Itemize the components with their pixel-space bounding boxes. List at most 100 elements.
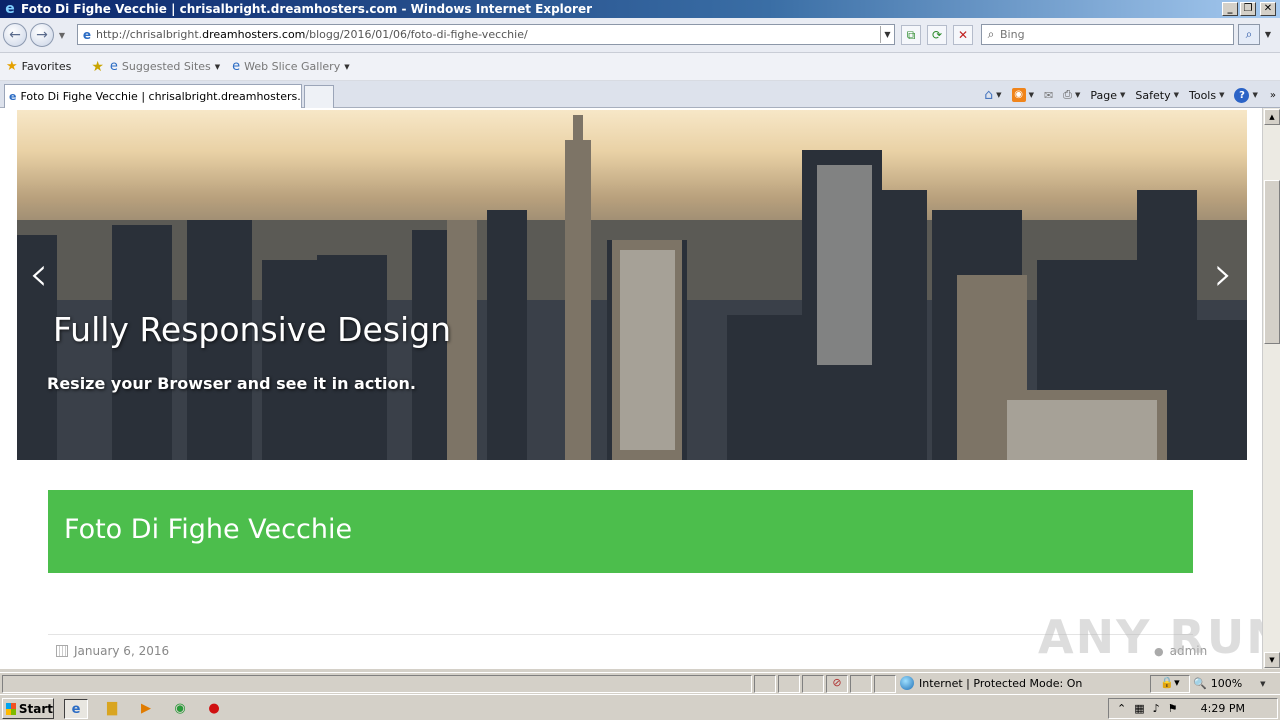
add-to-favorites-icon[interactable]: ★: [91, 59, 104, 75]
stop-icon[interactable]: ✕: [953, 25, 973, 45]
zoom-control[interactable]: 🔍 100% ▼: [1193, 677, 1266, 690]
close-button[interactable]: ✕: [1260, 2, 1276, 16]
web-page-viewport: ‹ › Fully Responsive Design Resize your …: [0, 108, 1262, 669]
suggested-sites-label: Suggested Sites: [121, 60, 211, 73]
post-title-banner: Foto Di Fighe Vecchie: [48, 490, 1193, 573]
tab-label: Foto Di Fighe Vecchie | chrisalbright.dr…: [20, 90, 302, 103]
minimize-button[interactable]: _: [1222, 2, 1238, 16]
post-meta-divider: [48, 634, 1193, 635]
status-cell: [874, 675, 896, 693]
restore-button[interactable]: ❐: [1240, 2, 1256, 16]
zoom-icon: 🔍: [1193, 677, 1207, 690]
security-zone[interactable]: Internet | Protected Mode: On: [900, 676, 1082, 690]
media-player-icon[interactable]: ▶: [134, 699, 158, 719]
windows-taskbar: Start e ▇ ▶ ◉ ● ⌃ ▦ ♪ ⚑ 4:29 PM: [0, 694, 1280, 720]
search-box[interactable]: ⌕: [981, 24, 1234, 45]
protected-mode-icon[interactable]: 🔒▾: [1150, 675, 1190, 693]
search-icon[interactable]: ⌕: [1238, 24, 1260, 45]
search-input[interactable]: [1000, 28, 1233, 41]
chrome-icon[interactable]: ◉: [168, 699, 192, 719]
web-slice-gallery-link[interactable]: e Web Slice Gallery ▼: [232, 59, 349, 74]
internet-globe-icon: [900, 676, 914, 690]
new-tab-button[interactable]: [304, 85, 334, 108]
help-icon: ?: [1234, 87, 1250, 103]
status-cell: [778, 675, 800, 693]
favorites-star-icon: ★: [6, 59, 18, 74]
zoom-level: 100%: [1210, 677, 1243, 690]
address-url[interactable]: http://chrisalbright.dreamhosters.com/bl…: [96, 28, 880, 41]
tools-menu[interactable]: Tools ▼: [1189, 89, 1225, 102]
navigation-bar: ← → ▼ e http://chrisalbright.dreamhoster…: [0, 18, 1280, 53]
security-zone-text: Internet | Protected Mode: On: [919, 676, 1083, 690]
scroll-up-icon[interactable]: ▲: [1264, 109, 1280, 125]
start-label: Start: [18, 701, 53, 716]
scroll-down-icon[interactable]: ▼: [1264, 652, 1280, 668]
internet-explorer-taskbar-icon[interactable]: e: [64, 699, 88, 719]
opera-icon[interactable]: ●: [202, 699, 226, 719]
file-explorer-icon[interactable]: ▇: [100, 699, 124, 719]
popup-blocker-icon[interactable]: ⊘: [826, 675, 848, 693]
page-icon: e: [82, 27, 92, 42]
slider-next-arrow-icon[interactable]: ›: [1214, 250, 1233, 298]
status-bar: ⊘ Internet | Protected Mode: On 🔒▾ 🔍 100…: [0, 672, 1280, 694]
search-options-dropdown-icon[interactable]: ▼: [1262, 24, 1274, 45]
scrollbar-thumb[interactable]: [1264, 180, 1280, 344]
bing-search-icon: ⌕: [987, 27, 995, 41]
command-bar: ⌂ ▼ ◉ ▼ ✉ ⎙ ▼ Page ▼ Safety ▼ Tools ▼ ? ▼ »: [984, 84, 1280, 106]
windows-logo-icon: [6, 702, 16, 715]
help-menu[interactable]: ? ▼: [1234, 87, 1258, 103]
status-cell: [850, 675, 872, 693]
post-title: Foto Di Fighe Vecchie: [64, 514, 353, 545]
system-tray: ⌃ ▦ ♪ ⚑ 4:29 PM: [1108, 698, 1278, 719]
refresh-icon[interactable]: ⟳: [927, 25, 947, 45]
window-title-bar: e Foto Di Fighe Vecchie | chrisalbright.…: [0, 0, 1280, 18]
ie-logo-icon: e: [5, 1, 15, 17]
suggested-sites-icon: e: [109, 59, 118, 74]
web-slice-icon: e: [232, 59, 241, 74]
window-title: Foto Di Fighe Vecchie | chrisalbright.dr…: [21, 2, 593, 16]
address-bar[interactable]: e http://chrisalbright.dreamhosters.com/…: [77, 24, 895, 45]
show-hidden-icons-icon[interactable]: ⌃: [1117, 702, 1126, 715]
home-icon: ⌂: [984, 87, 994, 103]
anyrun-watermark: ANY RUN: [1038, 610, 1262, 664]
chevron-right-icon[interactable]: »: [1270, 90, 1276, 101]
favorites-button[interactable]: ★ Favorites: [6, 59, 71, 74]
suggested-sites-link[interactable]: e Suggested Sites ▼: [110, 59, 220, 74]
address-dropdown-icon[interactable]: ▼: [880, 26, 894, 43]
status-cell: [754, 675, 776, 693]
back-arrow-icon[interactable]: ←: [3, 23, 27, 47]
status-cell: [802, 675, 824, 693]
network-icon[interactable]: ▦: [1134, 702, 1144, 715]
post-date-text[interactable]: January 6, 2016: [74, 644, 169, 658]
vertical-scrollbar[interactable]: ▲ ▼: [1262, 108, 1280, 669]
clock[interactable]: 4:29 PM: [1201, 702, 1245, 715]
home-button[interactable]: ⌂ ▼: [984, 87, 1001, 103]
status-text-area: [2, 675, 752, 693]
hero-slider: ‹ › Fully Responsive Design Resize your …: [17, 110, 1247, 460]
city-skyline-image: [17, 115, 1247, 460]
mail-icon: ✉: [1043, 88, 1054, 102]
safety-menu[interactable]: Safety ▼: [1135, 89, 1179, 102]
recent-pages-dropdown[interactable]: ▼: [56, 31, 68, 40]
slider-prev-arrow-icon[interactable]: ‹: [29, 250, 48, 298]
slide-title: Fully Responsive Design: [53, 310, 452, 349]
action-center-flag-icon[interactable]: ⚑: [1168, 702, 1178, 715]
start-button[interactable]: Start: [2, 698, 54, 719]
tab-page-icon: e: [9, 90, 17, 103]
calendar-icon: [56, 645, 68, 657]
favorites-label: Favorites: [21, 60, 72, 73]
volume-icon[interactable]: ♪: [1153, 702, 1160, 715]
tab-bar: e Foto Di Fighe Vecchie | chrisalbright.…: [0, 81, 1280, 108]
print-button[interactable]: ⎙ ▼: [1063, 88, 1080, 102]
chevron-down-icon: ▼: [214, 62, 221, 71]
forward-arrow-icon[interactable]: →: [30, 23, 54, 47]
print-icon: ⎙: [1063, 88, 1072, 101]
compatibility-view-icon[interactable]: ⧉: [901, 25, 921, 45]
feeds-button[interactable]: ◉ ▼: [1011, 88, 1034, 102]
tab-active[interactable]: e Foto Di Fighe Vecchie | chrisalbright.…: [4, 84, 302, 108]
favorites-bar: ★ Favorites ★ e Suggested Sites ▼ e Web …: [0, 53, 1280, 81]
slide-subtitle: Resize your Browser and see it in action…: [47, 374, 416, 393]
rss-icon: ◉: [1011, 88, 1026, 102]
read-mail-button[interactable]: ✉: [1044, 89, 1053, 102]
page-menu[interactable]: Page ▼: [1090, 89, 1125, 102]
